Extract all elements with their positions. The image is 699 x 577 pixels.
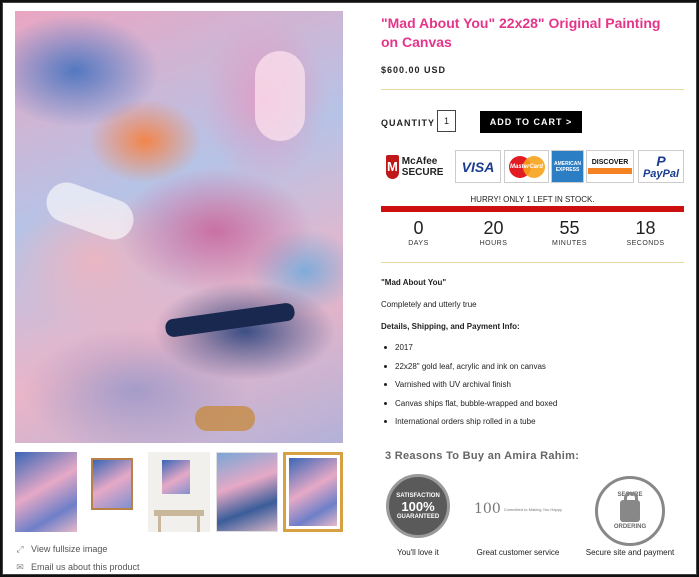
view-fullsize-label: View fullsize image — [31, 544, 108, 554]
thumbnail-5-selected[interactable] — [283, 452, 343, 532]
countdown-label: MINUTES — [552, 240, 587, 247]
countdown-value: 0 — [413, 218, 424, 238]
reason-caption: Great customer service — [476, 548, 560, 557]
thumbnail-3[interactable] — [148, 452, 210, 532]
view-fullsize-link[interactable]: ⤢ View fullsize image — [15, 543, 108, 555]
stock-progress-bar — [381, 206, 684, 212]
thumbnail-1[interactable] — [15, 452, 77, 532]
mcafee-badge: M McAfee SECURE — [386, 150, 453, 183]
main-product-image[interactable] — [15, 11, 343, 443]
countdown-minutes: 55 MINUTES — [532, 218, 607, 247]
description-tagline: Completely and utterly true — [381, 300, 477, 309]
stock-warning: HURRY! ONLY 1 LEFT IN STOCK. — [470, 195, 595, 204]
reasons-title: 3 Reasons To Buy an Amira Rahim: — [385, 450, 580, 462]
discover-logo: DISCOVER — [586, 150, 634, 183]
countdown-timer: 0 DAYS 20 HOURS 55 MINUTES 18 SECONDS — [381, 218, 684, 254]
countdown-value: 18 — [635, 218, 656, 238]
paypal-label: PayPal — [642, 167, 680, 180]
paypal-logo: P PayPal — [638, 150, 684, 183]
list-item: 2017 — [381, 343, 557, 362]
secure-ordering-lock-icon: SECURE ORDERING — [595, 476, 665, 546]
list-item: Canvas ships flat, bubble-wrapped and bo… — [381, 399, 557, 418]
divider — [381, 89, 684, 90]
countdown-label: SECONDS — [626, 240, 665, 247]
countdown-hours: 20 HOURS — [456, 218, 531, 247]
description-heading: "Mad About You" — [381, 278, 447, 287]
happiness-commitment-icon: 100 Committed to Making You Happy — [474, 501, 562, 517]
list-item: International orders ship rolled in a tu… — [381, 417, 557, 436]
countdown-seconds: 18 SECONDS — [608, 218, 683, 247]
thumbnail-strip — [15, 452, 343, 532]
countdown-label: DAYS — [408, 240, 429, 247]
reason-caption: Secure site and payment — [585, 548, 675, 557]
reason-satisfaction: SATISFACTION 100% GUARANTEED You'll love… — [368, 474, 468, 564]
divider — [381, 262, 684, 263]
add-to-cart-button[interactable]: ADD TO CART > — [480, 111, 582, 133]
details-list: 2017 22x28" gold leaf, acrylic and ink o… — [381, 343, 557, 436]
reason-secure: SECURE ORDERING Secure site and payment — [575, 474, 685, 564]
email-us-label: Email us about this product — [31, 562, 140, 572]
product-price: $600.00 USD — [381, 65, 447, 75]
shield-icon: M — [386, 154, 399, 179]
mastercard-label: MasterCard — [509, 163, 543, 170]
trust-badges: M McAfee SECURE VISA MasterCard AMERICAN… — [386, 150, 686, 183]
quantity-label: QUANTITY — [381, 118, 435, 128]
mcafee-label: McAfee SECURE — [401, 155, 444, 178]
paypal-p-icon: P — [656, 152, 666, 169]
mastercard-logo: MasterCard — [504, 150, 549, 183]
email-us-link[interactable]: ✉ Email us about this product — [15, 561, 140, 573]
thumbnail-2[interactable] — [89, 452, 135, 532]
thumbnail-4[interactable] — [216, 452, 278, 532]
countdown-days: 0 DAYS — [381, 218, 456, 247]
reason-customer-service: 100 Committed to Making You Happy Great … — [463, 474, 573, 564]
list-item: Varnished with UV archival finish — [381, 380, 557, 399]
amex-logo: AMERICAN EXPRESS — [551, 150, 584, 183]
quantity-input[interactable]: 1 — [437, 110, 456, 132]
countdown-value: 20 — [483, 218, 504, 238]
details-heading: Details, Shipping, and Payment Info: — [381, 322, 520, 331]
discover-label: DISCOVER — [591, 159, 629, 166]
expand-icon: ⤢ — [16, 543, 24, 554]
visa-logo: VISA — [455, 150, 501, 183]
list-item: 22x28" gold leaf, acrylic and ink on can… — [381, 362, 557, 381]
countdown-value: 55 — [559, 218, 580, 238]
reason-caption: You'll love it — [397, 548, 439, 557]
product-title: "Mad About You" 22x28" Original Painting… — [381, 15, 661, 50]
satisfaction-guaranteed-seal-icon: SATISFACTION 100% GUARANTEED — [386, 474, 450, 538]
envelope-icon: ✉ — [16, 561, 24, 572]
countdown-label: HOURS — [479, 240, 508, 247]
